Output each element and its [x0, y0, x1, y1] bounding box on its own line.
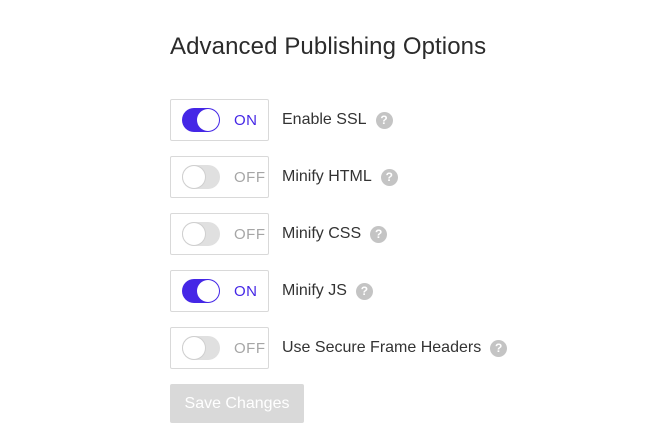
- toggle-state-label: OFF: [234, 168, 266, 186]
- option-row-minify-css: OFF Minify CSS ?: [170, 213, 388, 255]
- toggle-switch: [182, 336, 220, 360]
- toggle-state-label: ON: [234, 282, 258, 300]
- toggle-state-label: ON: [234, 111, 258, 129]
- option-label: Use Secure Frame Headers: [282, 339, 482, 356]
- help-icon[interactable]: ?: [380, 168, 398, 186]
- toggle-switch: [182, 165, 220, 189]
- option-label: Minify CSS: [282, 225, 362, 242]
- publishing-options-panel: Advanced Publishing Options ON Enable SS…: [0, 0, 665, 448]
- help-icon[interactable]: ?: [490, 339, 508, 357]
- minify-css-toggle[interactable]: OFF: [170, 213, 269, 255]
- minify-html-toggle[interactable]: OFF: [170, 156, 269, 198]
- option-row-minify-html: OFF Minify HTML ?: [170, 156, 398, 198]
- help-icon[interactable]: ?: [375, 111, 393, 129]
- toggle-knob: [197, 280, 219, 302]
- option-row-minify-js: ON Minify JS ?: [170, 270, 373, 312]
- option-label: Minify JS: [282, 282, 347, 299]
- minify-js-toggle[interactable]: ON: [170, 270, 269, 312]
- option-row-enable-ssl: ON Enable SSL ?: [170, 99, 393, 141]
- toggle-knob: [183, 166, 205, 188]
- toggle-knob: [197, 109, 219, 131]
- toggle-knob: [183, 337, 205, 359]
- toggle-state-label: OFF: [234, 339, 266, 357]
- option-label: Minify HTML: [282, 168, 372, 185]
- secure-frame-headers-toggle[interactable]: OFF: [170, 327, 269, 369]
- toggle-switch: [182, 279, 220, 303]
- enable-ssl-toggle[interactable]: ON: [170, 99, 269, 141]
- toggle-switch: [182, 222, 220, 246]
- page-title: Advanced Publishing Options: [170, 33, 487, 60]
- save-changes-button[interactable]: Save Changes: [170, 384, 304, 423]
- toggle-state-label: OFF: [234, 225, 266, 243]
- toggle-switch: [182, 108, 220, 132]
- help-icon[interactable]: ?: [370, 225, 388, 243]
- option-label: Enable SSL: [282, 111, 367, 128]
- help-icon[interactable]: ?: [355, 282, 373, 300]
- option-row-secure-frame-headers: OFF Use Secure Frame Headers ?: [170, 327, 508, 369]
- toggle-knob: [183, 223, 205, 245]
